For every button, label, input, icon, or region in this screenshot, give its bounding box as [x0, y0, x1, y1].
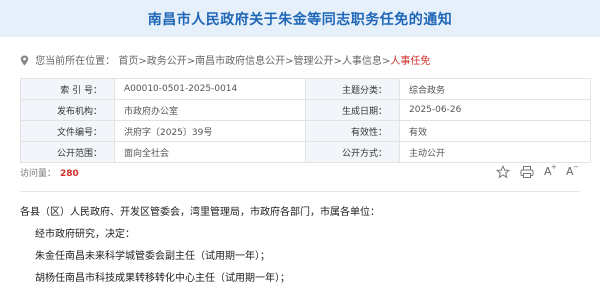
breadcrumb-separator: > — [138, 56, 147, 67]
breadcrumb-link-personnel-info[interactable]: 人事信息 — [342, 56, 382, 67]
breadcrumb-separator: > — [333, 56, 342, 67]
doc-number-value: 洪府字〔2025〕39号 — [114, 120, 306, 142]
font-larger-plus: + — [551, 163, 557, 171]
paragraph: 经市政府研究，决定： — [35, 229, 135, 240]
publisher-value: 市政府办公室 — [114, 99, 306, 121]
print-button[interactable] — [520, 165, 538, 181]
breadcrumb-link-management[interactable]: 管理公开 — [294, 56, 334, 67]
breadcrumb-link-info-disclosure[interactable]: 南昌市政府信息公开 — [195, 56, 285, 67]
index-number-label: 索 引 号： — [20, 78, 115, 100]
disclosure-method-value: 主动公开 — [399, 141, 591, 163]
breadcrumb-link-appointments[interactable]: 人事任免 — [390, 56, 430, 67]
paragraph: 胡杨任南昌市科技成果转移转化中心主任（试用期一年）； — [35, 273, 290, 284]
scope-label: 公开范围： — [20, 141, 115, 163]
breadcrumb-link-gov-affairs[interactable]: 政务公开 — [147, 56, 187, 67]
topic-label: 主题分类： — [305, 78, 400, 100]
date-value: 2025-06-26 — [399, 99, 591, 121]
star-icon — [496, 165, 510, 179]
breadcrumb: 您当前所在位置： 首页>政务公开>南昌市政府信息公开>管理公开>人事信息>人事任… — [20, 52, 430, 67]
section-divider — [20, 191, 580, 192]
font-size-decrease-button[interactable]: A − — [564, 163, 582, 181]
date-label: 生成日期： — [305, 99, 400, 121]
favorite-button[interactable] — [496, 165, 514, 181]
breadcrumb-prefix: 您当前所在位置： — [35, 56, 116, 67]
breadcrumb-link-home[interactable]: 首页 — [118, 56, 138, 67]
scope-value: 面向全社会 — [114, 141, 306, 163]
info-row: 索 引 号： A00010-0501-2025-0014 主题分类： 综合政务 — [20, 78, 591, 100]
info-row: 公开范围： 面向全社会 公开方式： 主动公开 — [20, 141, 591, 163]
page-title: 南昌市人民政府关于朱金等同志职务任免的通知 — [147, 12, 453, 28]
font-smaller-minus: − — [573, 163, 579, 171]
page-header: 南昌市人民政府关于朱金等同志职务任免的通知 — [0, 0, 600, 37]
breadcrumb-separator: > — [285, 56, 294, 67]
view-count-value: 280 — [60, 169, 79, 179]
validity-value: 有效 — [399, 120, 591, 142]
publisher-label: 发布机构： — [20, 99, 115, 121]
info-row: 文件编号： 洪府字〔2025〕39号 有效性： 有效 — [20, 120, 591, 142]
salutation: 各县（区）人民政府、开发区管委会，湾里管理局，市政府各部门，市属各单位： — [20, 207, 380, 218]
printer-icon — [520, 166, 534, 178]
index-number-value: A00010-0501-2025-0014 — [114, 78, 306, 100]
breadcrumb-separator: > — [186, 56, 196, 67]
font-size-increase-button[interactable]: A + — [542, 163, 560, 181]
topic-value: 综合政务 — [399, 78, 591, 100]
document-info-table: 索 引 号： A00010-0501-2025-0014 主题分类： 综合政务 … — [20, 78, 591, 163]
view-count-label: 访问量： — [20, 169, 57, 179]
doc-number-label: 文件编号： — [20, 120, 115, 142]
paragraph: 朱金任南昌未来科学城管委会副主任（试用期一年）； — [35, 251, 270, 262]
location-pin-icon — [20, 55, 29, 66]
disclosure-method-label: 公开方式： — [305, 141, 400, 163]
article-body: 各县（区）人民政府、开发区管委会，湾里管理局，市政府各部门，市属各单位： 经市政… — [20, 206, 580, 294]
info-row: 发布机构： 市政府办公室 生成日期： 2025-06-26 — [20, 99, 591, 121]
view-count: 访问量： 280 — [20, 166, 79, 179]
validity-label: 有效性： — [305, 120, 400, 142]
